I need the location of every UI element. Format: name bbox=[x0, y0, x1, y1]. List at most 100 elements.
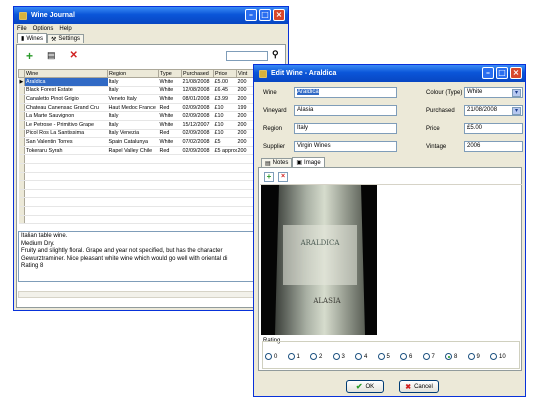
empty-cell bbox=[24, 154, 108, 164]
maximize-button[interactable]: □ bbox=[496, 67, 508, 79]
rating-option-label: 9 bbox=[476, 353, 480, 360]
rating-option[interactable]: 6 bbox=[400, 353, 412, 360]
table-cell: 02/09/2008 bbox=[181, 111, 214, 121]
radio-button[interactable] bbox=[265, 353, 272, 360]
column-header[interactable]: Price bbox=[213, 69, 237, 78]
radio-button[interactable] bbox=[400, 353, 407, 360]
window-title: Wine Journal bbox=[31, 12, 75, 19]
supplier-input[interactable]: Virgin Wines bbox=[294, 141, 397, 152]
close-button[interactable]: × bbox=[510, 67, 522, 79]
add-image-button[interactable]: + bbox=[264, 172, 274, 182]
empty-cell bbox=[107, 163, 159, 173]
purchased-label: Purchased bbox=[426, 108, 455, 114]
column-header[interactable]: Purchased bbox=[181, 69, 214, 78]
edit-wine-button[interactable]: ▤ bbox=[47, 50, 56, 61]
rating-option[interactable]: 9 bbox=[467, 353, 480, 360]
rating-option-label: 6 bbox=[409, 353, 413, 360]
horizontal-scrollbar[interactable] bbox=[18, 291, 286, 298]
colour-select[interactable]: White ▾ bbox=[464, 87, 523, 98]
colour-label: Colour (Type) bbox=[426, 90, 463, 96]
rating-option[interactable]: 8 bbox=[445, 353, 457, 360]
table-row[interactable]: La Marte Sauvignon Italy White 02/09/2008 £1… bbox=[18, 111, 287, 121]
table-row[interactable]: ▶ Araldica Italy White 21/08/2008 £5.00 200 bbox=[18, 77, 287, 87]
cancel-button[interactable]: ✖ Cancel bbox=[399, 380, 439, 393]
rating-option[interactable]: 0 bbox=[265, 353, 277, 360]
rating-option-label: 0 bbox=[274, 353, 278, 360]
table-row[interactable]: Chateau Canensac Grand Cru Haut Medoc Fra… bbox=[18, 103, 287, 113]
empty-row bbox=[18, 206, 287, 216]
table-cell: £3.99 bbox=[213, 94, 237, 104]
price-input[interactable]: £5.00 bbox=[464, 123, 523, 134]
empty-cell bbox=[213, 206, 237, 216]
tab-settings-label: Settings bbox=[58, 36, 81, 42]
search-input[interactable] bbox=[226, 51, 268, 61]
table-cell: Le Petrose - Primitivo Grape bbox=[24, 120, 108, 130]
table-cell: Veneto Italy bbox=[107, 94, 159, 104]
tab-image[interactable]: ▣ Image bbox=[292, 157, 325, 167]
chevron-down-icon[interactable]: ▾ bbox=[512, 107, 521, 115]
minimize-button[interactable]: – bbox=[245, 9, 257, 21]
menu-options[interactable]: Options bbox=[33, 26, 54, 32]
maximize-button[interactable]: □ bbox=[259, 9, 271, 21]
rating-option[interactable]: 4 bbox=[355, 353, 367, 360]
rating-option-label: 5 bbox=[386, 353, 390, 360]
column-header[interactable]: Region bbox=[107, 69, 159, 78]
table-row[interactable]: Picol Ros La Santissima Italy Venezia Red 0… bbox=[18, 129, 287, 139]
minimize-button[interactable]: – bbox=[482, 67, 494, 79]
table-row[interactable]: San Valentin Torres Spain Catalunya White 0… bbox=[18, 137, 287, 147]
notes-line: Italian table wine. bbox=[21, 233, 68, 239]
tab-wines-label: Wines bbox=[26, 35, 43, 42]
radio-button[interactable] bbox=[287, 353, 295, 360]
cancel-label: Cancel bbox=[414, 383, 433, 390]
empty-cell bbox=[107, 172, 159, 182]
edit-titlebar[interactable]: Edit Wine - Araldica – □ × bbox=[254, 65, 525, 82]
purchased-value: 21/08/2008 bbox=[467, 107, 498, 113]
wine-table: Wine Region Type Purchased Price Vint ▶ A… bbox=[18, 69, 287, 225]
table-cell: Red bbox=[158, 103, 182, 113]
empty-row bbox=[18, 154, 287, 164]
tab-wines[interactable]: ▮ Wines bbox=[17, 33, 47, 43]
radio-button[interactable] bbox=[422, 353, 430, 360]
radio-button[interactable] bbox=[355, 353, 362, 360]
remove-image-button[interactable]: × bbox=[278, 172, 288, 182]
ok-button[interactable]: ✔ OK bbox=[346, 380, 384, 393]
tab-settings[interactable]: ⚒ Settings bbox=[46, 34, 85, 43]
rating-option[interactable]: 5 bbox=[377, 353, 390, 360]
empty-cell bbox=[24, 206, 108, 216]
chevron-down-icon[interactable]: ▾ bbox=[512, 89, 521, 97]
table-row[interactable]: Le Petrose - Primitivo Grape Italy White 15… bbox=[18, 120, 287, 130]
rating-option[interactable]: 2 bbox=[310, 353, 322, 360]
wine-name-input[interactable]: Araldica bbox=[294, 87, 397, 98]
add-wine-button[interactable]: + bbox=[26, 50, 33, 62]
binoculars-icon[interactable]: ⚲ bbox=[272, 49, 279, 60]
table-row[interactable]: Tokeraru Syrah Rapel Valley Chile Red 02/09… bbox=[18, 146, 287, 156]
wine-bottle-photo: ARALDICA ALASIA bbox=[261, 185, 377, 335]
menu-help[interactable]: Help bbox=[59, 26, 71, 32]
rating-option[interactable]: 7 bbox=[422, 353, 435, 360]
delete-wine-button[interactable]: ✕ bbox=[70, 50, 78, 61]
vintage-input[interactable]: 2006 bbox=[464, 141, 523, 152]
rating-option[interactable]: 10 bbox=[490, 353, 506, 360]
radio-button[interactable] bbox=[310, 353, 317, 360]
radio-button[interactable] bbox=[490, 353, 497, 360]
radio-button[interactable] bbox=[332, 353, 340, 360]
main-titlebar[interactable]: Wine Journal – □ × bbox=[14, 7, 288, 24]
purchased-date-picker[interactable]: 21/08/2008 ▾ bbox=[464, 105, 523, 116]
menu-file[interactable]: File bbox=[17, 26, 27, 32]
close-button[interactable]: × bbox=[273, 9, 285, 21]
table-row[interactable]: Black Forest Estate Italy White 12/08/2008 £… bbox=[18, 86, 287, 96]
radio-button[interactable] bbox=[377, 353, 385, 360]
vineyard-input[interactable]: Alasia bbox=[294, 105, 397, 116]
table-row[interactable]: Canaletto Pinot Grigio Veneto Italy White 0… bbox=[18, 94, 287, 104]
column-header[interactable]: Wine bbox=[24, 69, 108, 78]
rating-option[interactable]: 1 bbox=[287, 353, 300, 360]
edit-tabs: ▤ Notes ▣ Image bbox=[258, 157, 325, 167]
radio-button[interactable] bbox=[467, 353, 475, 360]
tab-notes[interactable]: ▤ Notes bbox=[261, 158, 293, 167]
empty-cell bbox=[24, 180, 108, 190]
column-header[interactable]: Type bbox=[158, 69, 182, 78]
radio-button[interactable] bbox=[445, 353, 452, 360]
empty-cell bbox=[107, 215, 159, 225]
rating-option[interactable]: 3 bbox=[332, 353, 345, 360]
region-input[interactable]: Italy bbox=[294, 123, 397, 134]
